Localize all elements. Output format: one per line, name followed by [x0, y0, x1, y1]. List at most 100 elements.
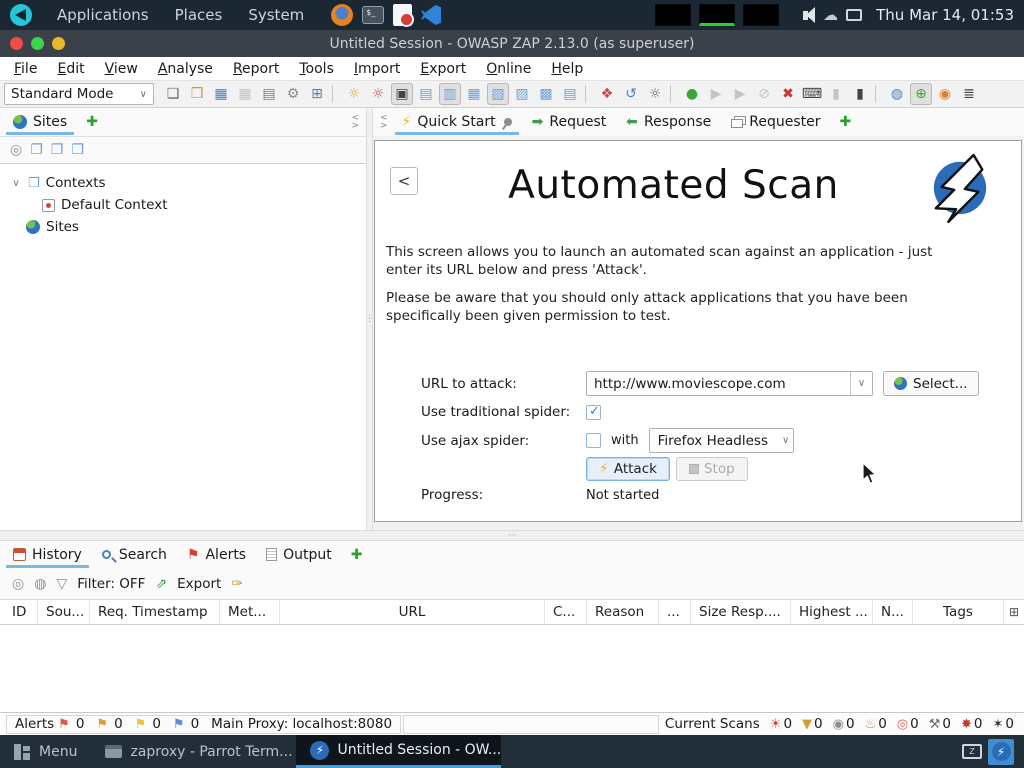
delete-add-icon[interactable]: ✖ — [777, 83, 799, 105]
layout-split-icon[interactable]: ▥ — [439, 83, 461, 105]
console-icon[interactable]: ▣ — [391, 83, 413, 105]
add-tab-button[interactable]: ✚ — [78, 114, 106, 130]
tree-node-default-context[interactable]: Default Context — [0, 194, 366, 216]
attack-button[interactable]: ⚡ Attack — [586, 457, 670, 481]
bulb-icon[interactable]: ☼ — [644, 83, 666, 105]
firefox-launcher-icon[interactable] — [331, 4, 353, 26]
separator[interactable] — [332, 85, 339, 103]
horizontal-splitter[interactable]: ··· — [0, 530, 1024, 541]
lamp-off-icon[interactable]: ☼ — [367, 83, 389, 105]
ajax-spider-checkbox[interactable] — [586, 433, 601, 448]
separator[interactable] — [585, 85, 592, 103]
import-context-icon[interactable]: ❐ — [51, 142, 64, 158]
back-button[interactable]: < — [390, 167, 418, 195]
layout-columns-icon[interactable]: ▩ — [535, 83, 557, 105]
tab-output[interactable]: Output — [257, 543, 341, 568]
tree-node-sites[interactable]: Sites — [0, 216, 366, 238]
menu-help[interactable]: Help — [541, 59, 593, 79]
menu-edit[interactable]: Edit — [47, 59, 94, 79]
column-header-timestamp[interactable]: Req. Timestamp — [90, 600, 220, 624]
taskbar-window-terminal[interactable]: zaproxy - Parrot Term... — [91, 735, 296, 768]
menu-import[interactable]: Import — [344, 59, 410, 79]
workspace-2-active[interactable] — [699, 4, 735, 26]
target-icon[interactable]: ◎ — [12, 576, 24, 592]
tab-scroll-icons[interactable]: <> — [348, 114, 362, 130]
vscode-launcher-icon[interactable] — [421, 5, 441, 25]
select-button[interactable]: Select... — [883, 371, 979, 396]
separator[interactable] — [875, 85, 882, 103]
generate-report-icon[interactable]: ▤ — [258, 83, 280, 105]
separator[interactable] — [670, 85, 677, 103]
parrot-os-logo-icon[interactable] — [10, 4, 32, 26]
window-minimize-button[interactable] — [31, 37, 44, 50]
window-close-button[interactable] — [10, 37, 23, 50]
places-menu[interactable]: Places — [162, 0, 236, 30]
mode-select[interactable]: Standard Mode ∨ — [4, 83, 154, 105]
system-menu[interactable]: System — [235, 0, 317, 30]
column-header-code[interactable]: C... — [545, 600, 587, 624]
lamp-on-icon[interactable]: ☼ — [343, 83, 365, 105]
clock[interactable]: Thu Mar 14, 01:53 — [876, 6, 1014, 24]
tape-icon[interactable]: ▮ — [825, 83, 847, 105]
column-header-highest-alert[interactable]: Highest ... — [791, 600, 873, 624]
column-header-tags[interactable]: Tags — [913, 600, 1004, 624]
play-icon[interactable]: ▶ — [729, 83, 751, 105]
taskbar-menu-button[interactable]: Menu — [0, 735, 91, 768]
layout-maximize-icon[interactable]: ▧ — [487, 83, 509, 105]
broom-icon[interactable]: ✑ — [231, 576, 243, 592]
zap-tray-icon[interactable] — [988, 739, 1014, 765]
vertical-splitter[interactable]: ⋮ — [366, 108, 373, 530]
layout-window-icon[interactable]: ▦ — [463, 83, 485, 105]
export-icon[interactable]: ⇗ — [155, 576, 167, 592]
layout-left-icon[interactable]: ▨ — [511, 83, 533, 105]
tab-alerts[interactable]: Alerts — [178, 543, 255, 568]
filter-icon[interactable]: ▽ — [56, 576, 67, 592]
menu-report[interactable]: Report — [223, 59, 289, 79]
tree-node-contexts[interactable]: ∨ ❐ Contexts — [0, 172, 366, 194]
url-combobox[interactable]: http://www.moviescope.com ∨ — [586, 371, 873, 396]
cancel-icon[interactable]: ⊘ — [753, 83, 775, 105]
applications-menu[interactable]: Applications — [44, 0, 162, 30]
window-maximize-button[interactable] — [52, 37, 65, 50]
tab-history[interactable]: History — [4, 543, 91, 568]
target-icon[interactable]: ◎ — [10, 142, 22, 158]
browser-select[interactable]: Firefox Headless ∨ — [649, 428, 795, 453]
tab-requester[interactable]: Requester — [722, 110, 829, 135]
browser-launch-icon[interactable]: ◍ — [886, 83, 908, 105]
menu-analyse[interactable]: Analyse — [148, 59, 223, 79]
firefox-launch-icon[interactable]: ◉ — [934, 83, 956, 105]
url-input[interactable]: http://www.moviescope.com — [587, 376, 850, 392]
export-label[interactable]: Export — [177, 576, 221, 592]
column-header-id[interactable]: ID — [0, 600, 38, 624]
step-icon[interactable]: ▶ — [705, 83, 727, 105]
tab-sites[interactable]: Sites — [4, 110, 76, 135]
add-tab-button[interactable]: ✚ — [343, 547, 371, 563]
record-icon[interactable]: ● — [681, 83, 703, 105]
table-config-icon[interactable]: ⊞ — [1004, 600, 1024, 624]
menu-export[interactable]: Export — [410, 59, 476, 79]
editor-launcher-icon[interactable] — [393, 4, 412, 26]
column-header-url[interactable]: URL — [280, 600, 545, 624]
record-new-icon[interactable]: ⊕ — [910, 83, 932, 105]
tab-quick-start[interactable]: ⚡ Quick Start — [393, 110, 521, 135]
menu-tools[interactable]: Tools — [289, 59, 344, 79]
column-header-note[interactable]: N... — [873, 600, 913, 624]
tab-search[interactable]: Search — [93, 543, 176, 568]
column-header-reason[interactable]: Reason — [587, 600, 659, 624]
display-icon[interactable] — [846, 9, 862, 21]
menu-file[interactable]: File — [4, 59, 47, 79]
open-session-icon[interactable]: ❒ — [186, 83, 208, 105]
tab-response[interactable]: Response — [617, 110, 720, 135]
options-icon[interactable]: ⚙ — [282, 83, 304, 105]
column-header-rtt[interactable]: ... — [659, 600, 691, 624]
menu-view[interactable]: View — [95, 59, 148, 79]
column-header-method[interactable]: Met... — [220, 600, 280, 624]
recorder-icon[interactable]: ▮ — [849, 83, 871, 105]
volume-icon[interactable] — [803, 7, 815, 23]
blocks-icon[interactable]: ❖ — [596, 83, 618, 105]
revert-icon[interactable]: ↺ — [620, 83, 642, 105]
tab-request[interactable]: Request — [523, 110, 616, 135]
column-header-size[interactable]: Size Resp.... — [691, 600, 791, 624]
keyboard-icon[interactable]: ⌨ — [801, 83, 823, 105]
expander-icon[interactable]: ∨ — [10, 178, 22, 189]
